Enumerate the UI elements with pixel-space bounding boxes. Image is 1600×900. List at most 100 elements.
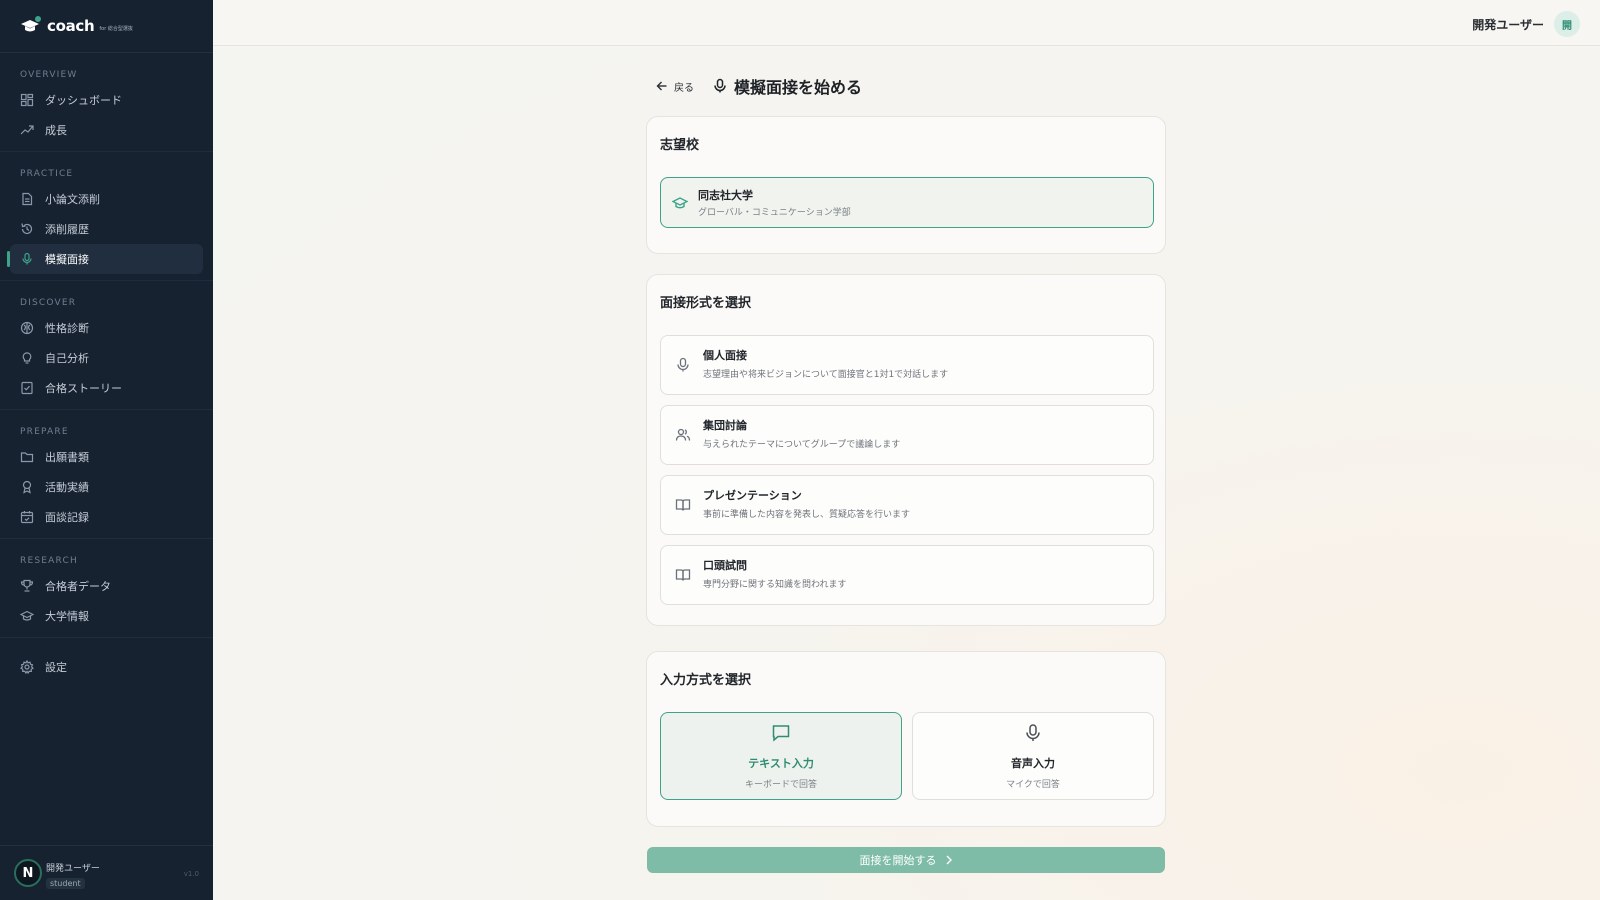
award-icon [20,480,34,494]
sidebar-item-personality[interactable]: 性格診断 [10,313,203,343]
main-content: 戻る 模擬面接を始める 志望校 同志社大学 グローバル・コミュニケーション学部 … [213,46,1600,900]
sidebar-item-growth[interactable]: 成長 [10,115,203,145]
chat-icon [771,723,791,747]
option-text: 集団討論 与えられたテーマについてグループで議論します [703,417,900,450]
option-description: 与えられたテーマについてグループで議論します [703,440,901,450]
sidebar-item-mock-interview[interactable]: 模擬面接 [7,244,203,274]
sidebar-item-label: 合格ストーリー [45,382,122,395]
sidebar-item-application-docs[interactable]: 出願書類 [10,442,203,472]
sidebar-item-label: 成長 [45,124,67,137]
option-text: 口頭試問 専門分野に関する知識を問われます [703,557,847,590]
option-title: 集団討論 [703,419,747,432]
sidebar-item-label: ダッシュボード [45,94,122,107]
nav-section-title: DISCOVER [20,298,77,308]
mic-icon [1023,723,1043,747]
sidebar-item-label: 設定 [45,661,67,674]
dashboard-icon [20,93,34,107]
sidebar-item-activities[interactable]: 活動実績 [10,472,203,502]
school-department: グローバル・コミュニケーション学部 [698,208,851,218]
role-badge: student [46,877,85,889]
option-title: 口頭試問 [703,559,747,572]
input-option-title: 音声入力 [1011,756,1055,770]
version-label: v1.0 [183,870,199,878]
option-text: 個人面接 志望理由や将来ビジョンについて面接官と1対1で対話します [703,347,948,380]
graduation-cap-icon [20,609,34,623]
logo-text: coach [47,17,95,35]
nav-section-discover: DISCOVER 性格診断 自己分析 合格ストーリー [0,281,213,410]
school-card-title: 志望校 [660,138,700,153]
page-title: 模擬面接を始める [734,78,863,97]
school-selection[interactable]: 同志社大学 グローバル・コミュニケーション学部 [660,177,1154,228]
sidebar-item-label: 活動実績 [45,481,89,494]
format-option-individual[interactable]: 個人面接 志望理由や将来ビジョンについて面接官と1対1で対話します [660,335,1154,395]
sidebar-item-self-analysis[interactable]: 自己分析 [10,343,203,373]
start-interview-button[interactable]: 面接を開始する [647,847,1165,873]
input-option-voice[interactable]: 音声入力 マイクで回答 [912,712,1154,800]
option-description: 志望理由や将来ビジョンについて面接官と1対1で対話します [703,370,949,380]
sidebar-item-label: 面談記録 [45,511,89,524]
school-text: 同志社大学 グローバル・コミュニケーション学部 [698,187,851,218]
header-user-name[interactable]: 開発ユーザー [1472,16,1544,33]
logo[interactable]: coach for 総合型選抜 [0,0,213,53]
sidebar-item-label: 模擬面接 [45,253,89,266]
option-text: プレゼンテーション 事前に準備した内容を発表し、質疑応答を行います [703,487,910,520]
option-description: 専門分野に関する知識を問われます [703,580,847,590]
option-title: 個人面接 [703,349,747,362]
nav-section-title: PRACTICE [20,169,74,179]
sidebar-item-success-story[interactable]: 合格ストーリー [10,373,203,403]
start-button-label: 面接を開始する [859,854,937,867]
mic-icon [675,357,691,373]
document-icon [20,192,34,206]
sidebar-item-admitted-data[interactable]: 合格者データ [10,571,203,601]
chevron-right-icon [946,855,952,865]
top-bar: 開発ユーザー 開 [213,0,1600,46]
nav-section-title: PREPARE [20,427,69,437]
input-option-text[interactable]: テキスト入力 キーボードで回答 [660,712,902,800]
option-description: 事前に準備した内容を発表し、質疑応答を行います [703,510,911,520]
sidebar-item-review-history[interactable]: 添削履歴 [10,214,203,244]
page-header: 戻る 模擬面接を始める [656,74,862,98]
sidebar-item-label: 出願書類 [45,451,89,464]
users-icon [675,427,691,443]
brain-icon [20,321,34,335]
sidebar-user-info: 開発ユーザー student [46,861,100,889]
header-avatar[interactable]: 開 [1554,11,1580,37]
gear-icon [20,660,34,674]
trophy-icon [20,579,34,593]
sidebar-item-settings[interactable]: 設定 [10,652,203,682]
nav-section-prepare: PREPARE 出願書類 活動実績 面談記録 [0,410,213,539]
nav-section-overview: OVERVIEW ダッシュボード 成長 [0,53,213,152]
mic-icon [712,78,728,94]
sidebar-item-meeting-records[interactable]: 面談記録 [10,502,203,532]
input-option-description: キーボードで回答 [744,779,817,790]
trend-up-icon [20,123,34,137]
format-card-title: 面接形式を選択 [660,296,752,311]
folder-icon [20,450,34,464]
calendar-icon [20,510,34,524]
sidebar-user-name: 開発ユーザー [46,863,100,874]
format-option-oral-exam[interactable]: 口頭試問 専門分野に関する知識を問われます [660,545,1154,605]
checklist-icon [20,381,34,395]
input-method-card: 入力方式を選択 テキスト入力 キーボードで回答 音声入力 マイクで回答 [646,651,1166,827]
lightbulb-icon [20,351,34,365]
sidebar-item-university-info[interactable]: 大学情報 [10,601,203,631]
format-option-group-discussion[interactable]: 集団討論 与えられたテーマについてグループで議論します [660,405,1154,465]
back-label: 戻る [674,82,694,94]
nav-section-research: RESEARCH 合格者データ 大学情報 [0,539,213,638]
graduation-cap-icon [672,195,688,211]
nav-section-title: OVERVIEW [20,70,78,80]
avatar: N [14,859,42,887]
sidebar-user-profile[interactable]: N 開発ユーザー student v1.0 [0,845,213,900]
sidebar-item-label: 合格者データ [45,580,111,593]
logo-subtext: for 総合型選抜 [99,26,133,32]
mic-icon [20,252,34,266]
nav-section-practice: PRACTICE 小論文添削 添削履歴 模擬面接 [0,152,213,281]
sidebar-item-essay-review[interactable]: 小論文添削 [10,184,203,214]
sidebar-item-label: 自己分析 [45,352,89,365]
format-option-presentation[interactable]: プレゼンテーション 事前に準備した内容を発表し、質疑応答を行います [660,475,1154,535]
back-button[interactable]: 戻る [656,79,694,94]
input-option-title: テキスト入力 [748,756,814,770]
arrow-left-icon [656,81,667,91]
sidebar-item-dashboard[interactable]: ダッシュボード [10,85,203,115]
input-option-description: マイクで回答 [1006,779,1060,790]
